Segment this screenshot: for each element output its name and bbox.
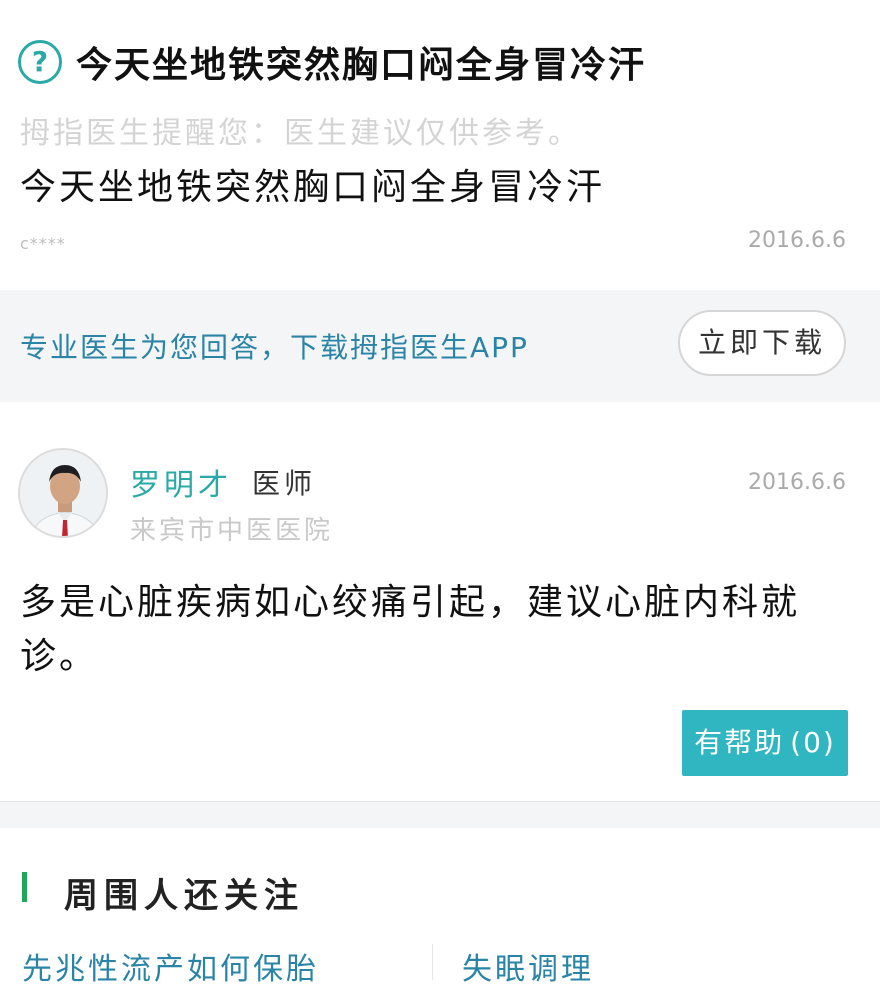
related-section: 周围人还关注 先兆性流产如何保胎 失眠调理: [0, 828, 880, 994]
promo-text[interactable]: 专业医生为您回答，下载拇指医生APP: [20, 326, 529, 366]
related-title: 周围人还关注: [64, 876, 304, 916]
question-user: c****: [20, 234, 66, 253]
question-date: 2016.6.6: [748, 228, 846, 253]
question-card: ? 今天坐地铁突然胸口闷全身冒冷汗 拇指医生提醒您：医生建议仅供参考。 今天坐地…: [0, 0, 880, 290]
related-link[interactable]: 失眠调理: [462, 944, 594, 988]
answer-body: 多是心脏疾病如心绞痛引起，建议心脏内科就诊。: [20, 582, 801, 677]
link-separator: [432, 944, 433, 980]
download-button[interactable]: 立即下载: [678, 310, 846, 376]
helpful-label: 有帮助: [694, 726, 785, 759]
helpful-button[interactable]: 有帮助 (0): [682, 710, 848, 776]
doctor-photo-icon: [20, 450, 106, 536]
doctor-name[interactable]: 罗明才: [130, 460, 232, 504]
section-divider: [0, 802, 880, 828]
answer-date: 2016.6.6: [748, 470, 846, 495]
question-body: 今天坐地铁突然胸口闷全身冒冷汗: [20, 167, 606, 208]
doctor-role: 医师: [252, 467, 317, 500]
doctor-avatar[interactable]: [18, 448, 108, 538]
question-circle-icon: ?: [18, 40, 62, 84]
question-title-row: ? 今天坐地铁突然胸口闷全身冒冷汗: [18, 36, 646, 88]
app-promo-bar: 专业医生为您回答，下载拇指医生APP 立即下载: [0, 290, 880, 402]
question-title: 今天坐地铁突然胸口闷全身冒冷汗: [76, 45, 647, 86]
helpful-count: (0): [790, 726, 836, 759]
answer-card: 罗明才 医师 来宾市中医医院 2016.6.6 多是心脏疾病如心绞痛引起，建议心…: [0, 402, 880, 802]
doctor-hospital: 来宾市中医医院: [130, 516, 334, 546]
related-link[interactable]: 先兆性流产如何保胎: [22, 944, 319, 988]
section-accent-bar: [22, 872, 27, 902]
disclaimer-notice: 拇指医生提醒您：医生建议仅供参考。: [20, 116, 581, 151]
